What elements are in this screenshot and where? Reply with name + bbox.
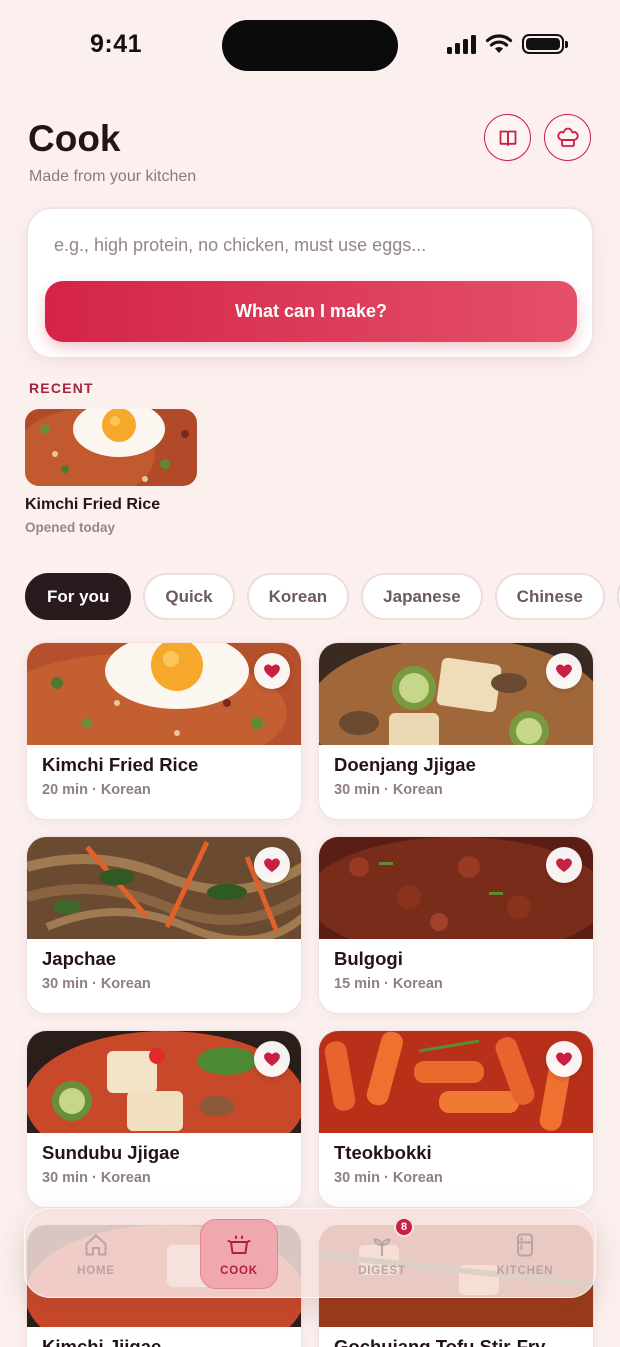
chip-japanese[interactable]: Japanese xyxy=(361,573,483,620)
tab-home[interactable]: HOME xyxy=(57,1219,135,1289)
recipe-card[interactable]: Bulgogi 15 min · Korean xyxy=(318,836,594,1014)
chef-hat-icon xyxy=(556,127,579,147)
recipe-card[interactable]: Doenjang Jjigae 30 min · Korean xyxy=(318,642,594,820)
favorite-button[interactable] xyxy=(254,847,290,883)
tab-label: COOK xyxy=(220,1265,258,1277)
tab-label: HOME xyxy=(77,1265,115,1277)
heart-icon xyxy=(556,858,572,872)
heart-icon xyxy=(556,664,572,678)
tab-kitchen[interactable]: KITCHEN xyxy=(486,1219,564,1289)
recipe-card[interactable]: Sundubu Jjigae 30 min · Korean xyxy=(26,1030,302,1208)
notification-badge: 8 xyxy=(394,1217,414,1237)
battery-icon xyxy=(522,34,568,54)
recent-thumbnail xyxy=(25,409,197,486)
recipe-title: Japchae xyxy=(42,948,117,969)
tab-label: KITCHEN xyxy=(496,1265,554,1277)
page-subtitle: Made from your kitchen xyxy=(29,168,197,185)
recipe-card[interactable]: Japchae 30 min · Korean xyxy=(26,836,302,1014)
prompt-input[interactable] xyxy=(54,235,564,256)
status-time: 9:41 xyxy=(90,30,143,58)
tab-label: DIGEST xyxy=(358,1265,406,1277)
what-can-i-make-button[interactable]: What can I make? xyxy=(45,281,577,342)
wifi-icon xyxy=(485,34,513,53)
heart-icon xyxy=(556,1052,572,1066)
page-title: Cook xyxy=(28,118,121,159)
recipe-title: Bulgogi xyxy=(334,948,403,969)
heart-icon xyxy=(264,664,280,678)
chip-quick[interactable]: Quick xyxy=(143,573,235,620)
chef-profile-button[interactable] xyxy=(544,114,591,161)
recipe-title: Sundubu Jjigae xyxy=(42,1142,180,1163)
home-icon xyxy=(85,1234,107,1256)
recipe-meta: 15 min · Korean xyxy=(334,976,443,992)
dynamic-island xyxy=(222,20,398,71)
heart-icon xyxy=(264,858,280,872)
favorite-button[interactable] xyxy=(254,653,290,689)
cellular-signal-icon xyxy=(447,34,476,54)
recipe-meta: 30 min · Korean xyxy=(42,976,151,992)
favorite-button[interactable] xyxy=(254,1041,290,1077)
category-chips: For you Quick Korean Japanese Chinese xyxy=(25,573,620,621)
status-bar: 9:41 xyxy=(0,0,620,92)
fridge-icon xyxy=(517,1233,533,1257)
ingredient-prompt-card: What can I make? xyxy=(26,207,594,359)
sprout-icon xyxy=(373,1238,391,1256)
tab-digest[interactable]: 8 DIGEST xyxy=(343,1217,421,1289)
book-icon xyxy=(499,130,516,146)
pot-icon xyxy=(227,1235,251,1254)
favorite-button[interactable] xyxy=(546,653,582,689)
heart-icon xyxy=(264,1052,280,1066)
recipe-card[interactable]: Kimchi Fried Rice 20 min · Korean xyxy=(26,642,302,820)
chip-korean[interactable]: Korean xyxy=(246,573,350,620)
chip-chinese[interactable]: Chinese xyxy=(494,573,605,620)
status-icons xyxy=(447,34,568,54)
recipe-meta: 30 min · Korean xyxy=(334,782,443,798)
recipe-book-button[interactable] xyxy=(484,114,531,161)
recent-section-label: RECENT xyxy=(29,380,94,396)
tab-cook[interactable]: COOK xyxy=(200,1219,278,1289)
recent-item-subtitle: Opened today xyxy=(25,520,116,535)
favorite-button[interactable] xyxy=(546,847,582,883)
recipe-title: Kimchi Jjigae xyxy=(42,1336,162,1347)
favorite-button[interactable] xyxy=(546,1041,582,1077)
recipe-card[interactable]: Tteokbokki 30 min · Korean xyxy=(318,1030,594,1208)
chip-for-you[interactable]: For you xyxy=(25,573,132,620)
recipe-meta: 30 min · Korean xyxy=(42,1170,151,1186)
recipe-title: Gochujang Tofu Stir-Fry xyxy=(334,1336,546,1347)
recipe-meta: 20 min · Korean xyxy=(42,782,151,798)
recent-item-title: Kimchi Fried Rice xyxy=(25,496,161,513)
recipe-title: Kimchi Fried Rice xyxy=(42,754,199,775)
recipe-meta: 30 min · Korean xyxy=(334,1170,443,1186)
bottom-tab-bar: HOME COOK 8 DIGEST KITCHEN xyxy=(24,1208,596,1298)
recipe-title: Doenjang Jjigae xyxy=(334,754,476,775)
recent-item[interactable]: Kimchi Fried Rice Opened today xyxy=(25,409,197,535)
recipe-title: Tteokbokki xyxy=(334,1142,432,1163)
